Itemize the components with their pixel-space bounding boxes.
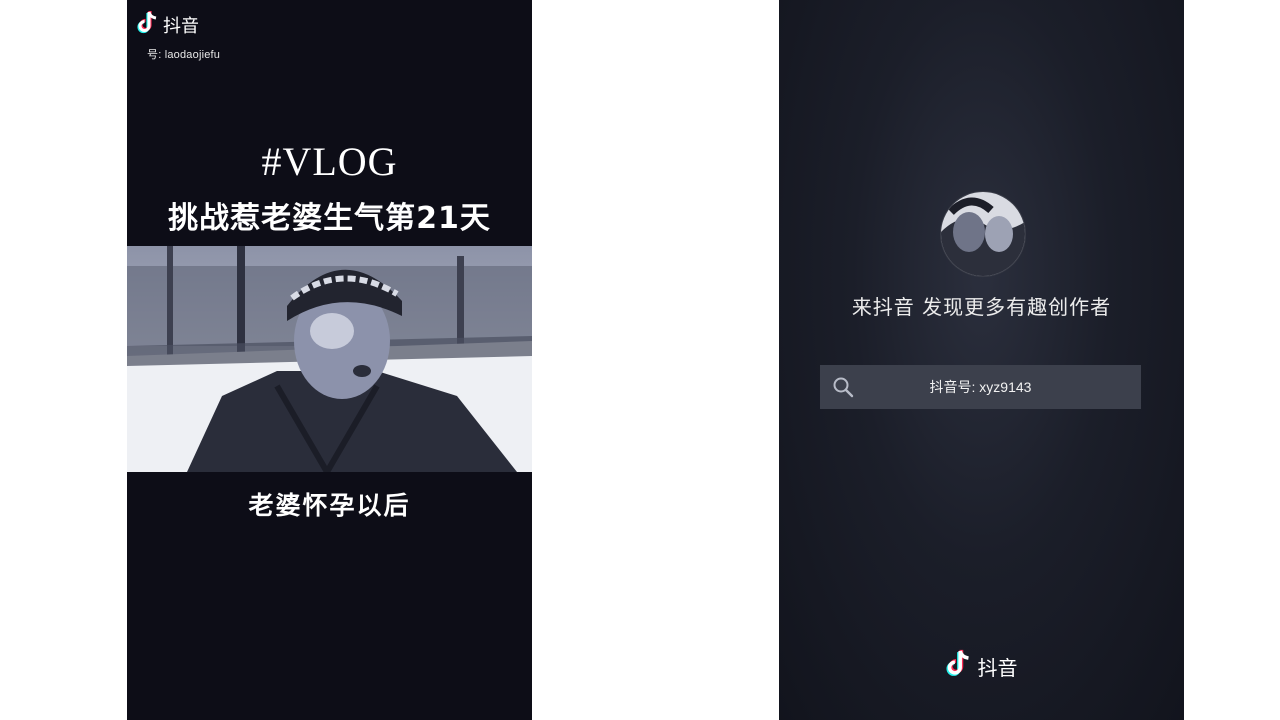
watermark-account-id: 号: laodaojiefu <box>147 49 221 61</box>
vlog-tag: #VLOG <box>261 139 398 184</box>
video-frame-image <box>127 246 532 472</box>
end-card-slogan: 来抖音 发现更多有趣创作者 <box>851 295 1112 319</box>
video-panel[interactable]: 抖音 号: laodaojiefu #VLOG 挑战惹老婆生气第21天 老婆怀孕… <box>127 0 532 720</box>
search-icon <box>832 376 854 398</box>
end-card[interactable]: 来抖音 发现更多有趣创作者 抖音号: xyz9143 抖音 <box>779 0 1184 720</box>
douyin-note-icon <box>137 10 159 40</box>
watermark-app-name: 抖音 <box>163 16 199 37</box>
douyin-watermark: 抖音 号: laodaojiefu <box>137 10 220 62</box>
creator-avatar[interactable] <box>940 191 1026 277</box>
douyin-logo-text: 抖音 <box>977 655 1018 680</box>
account-search-box[interactable]: 抖音号: xyz9143 <box>820 365 1141 409</box>
video-title: 挑战惹老婆生气第21天 <box>168 201 491 236</box>
douyin-note-icon <box>946 648 972 684</box>
account-id-text: 抖音号: xyz9143 <box>929 379 1032 395</box>
video-caption: 老婆怀孕以后 <box>248 491 411 520</box>
douyin-logo: 抖音 <box>779 648 1184 684</box>
